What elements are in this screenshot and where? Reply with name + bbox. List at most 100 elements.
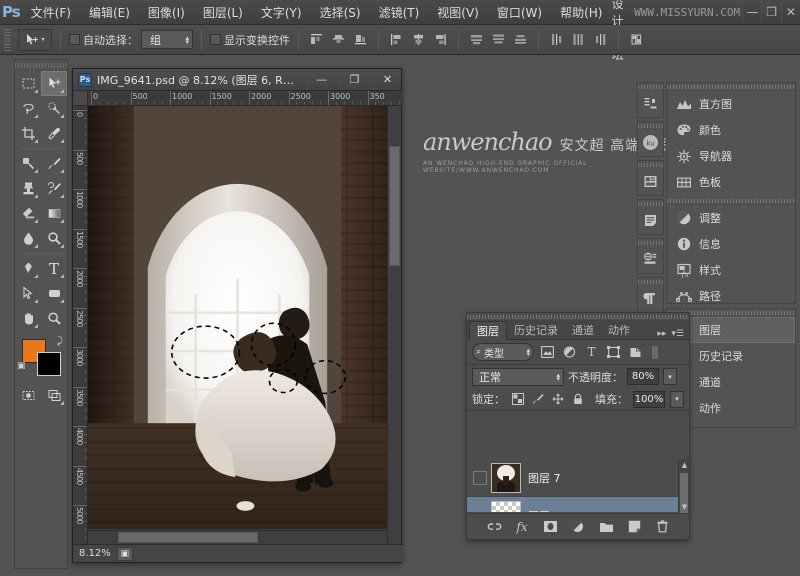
panel-item-navigator[interactable]: 导航器 <box>667 143 795 169</box>
ruler-corner[interactable] <box>73 91 88 106</box>
layer-name[interactable]: 图层 7 <box>528 470 561 486</box>
panel-drag-handle[interactable] <box>638 239 663 246</box>
new-layer-icon[interactable] <box>626 518 643 535</box>
default-colors-icon[interactable]: ▣ <box>17 361 26 371</box>
menu-select[interactable]: 选择(S) <box>311 1 370 24</box>
menu-image[interactable]: 图像(I) <box>139 1 194 24</box>
tab-layers[interactable]: 图层 <box>469 321 507 340</box>
align-right-edges-button[interactable] <box>351 30 370 49</box>
menu-edit[interactable]: 编辑(E) <box>80 1 139 24</box>
opacity-value[interactable]: 80% <box>627 368 659 385</box>
mini-bridge-icon[interactable] <box>638 168 663 195</box>
auto-select-checkbox[interactable] <box>69 34 80 45</box>
panel-drag-handle[interactable] <box>638 161 663 168</box>
menu-type[interactable]: 文字(Y) <box>252 1 311 24</box>
dock-drag-handle[interactable] <box>667 83 795 91</box>
lasso-tool[interactable] <box>15 96 41 121</box>
tool-preset-picker[interactable]: ▾ <box>18 29 52 51</box>
layer-thumbnail[interactable] <box>491 501 521 513</box>
lock-position-icon[interactable] <box>550 392 565 407</box>
align-top-edges-button[interactable] <box>387 30 406 49</box>
document-maximize-button[interactable]: ❐ <box>340 69 368 90</box>
document-close-button[interactable]: ✕ <box>373 69 401 90</box>
type-layer-filter-icon[interactable]: T <box>583 343 600 361</box>
notes-icon[interactable] <box>638 207 663 234</box>
adjustment-layer-filter-icon[interactable] <box>561 343 578 361</box>
horizontal-ruler[interactable]: 050010001500200025003000350 <box>73 91 403 106</box>
layer-filter-type-dropdown[interactable]: ⌕ 类型 ▴▾ <box>472 343 534 361</box>
tab-channels[interactable]: 通道 <box>565 320 601 339</box>
eraser-tool[interactable] <box>15 201 41 226</box>
panel-drag-handle[interactable] <box>638 83 663 90</box>
distribute-bottom-edges-button[interactable] <box>511 30 530 49</box>
menu-help[interactable]: 帮助(H) <box>551 1 611 24</box>
paragraph-icon[interactable] <box>638 285 663 312</box>
layers-list-scrollbar[interactable]: ▲ ▼ <box>678 459 689 512</box>
options-bar-grip[interactable] <box>4 29 11 51</box>
tab-history[interactable]: 历史记录 <box>507 320 565 339</box>
3d-panel-icon[interactable] <box>638 246 663 273</box>
show-transform-controls-checkbox[interactable] <box>210 34 221 45</box>
background-color-swatch[interactable] <box>37 352 61 376</box>
distribute-top-edges-button[interactable] <box>467 30 486 49</box>
adjustments-stamp-icon[interactable] <box>638 90 663 117</box>
swap-colors-icon[interactable]: ⤸ <box>57 336 63 347</box>
auto-select-dropdown[interactable]: 组 ▴▾ <box>141 30 193 49</box>
menu-view[interactable]: 视图(V) <box>428 1 488 24</box>
dodge-tool[interactable] <box>41 226 67 251</box>
menu-file[interactable]: 文件(F) <box>22 1 80 24</box>
layers-panel-drag-handle[interactable] <box>467 313 689 320</box>
document-info-icon[interactable]: ▣ <box>117 547 133 561</box>
vertical-ruler[interactable]: 0500100015002000250030003500400045005000 <box>73 106 88 546</box>
blend-mode-dropdown[interactable]: 正常 ▴▾ <box>472 368 564 386</box>
align-vertical-centers-button[interactable] <box>409 30 428 49</box>
canvas-horizontal-scrollbar[interactable] <box>88 530 387 544</box>
tab-actions[interactable]: 动作 <box>601 320 637 339</box>
link-layers-icon[interactable] <box>486 518 503 535</box>
panel-menu-icon[interactable]: ▾☰ <box>671 329 684 339</box>
lock-image-pixels-icon[interactable] <box>530 392 545 407</box>
panel-drag-handle[interactable] <box>638 122 663 129</box>
clone-stamp-tool[interactable] <box>15 176 41 201</box>
canvas-vertical-scroll-thumb[interactable] <box>389 146 400 266</box>
shape-layer-filter-icon[interactable] <box>605 343 622 361</box>
canvas-area[interactable] <box>88 106 387 529</box>
canvas-vertical-scrollbar[interactable] <box>387 106 401 544</box>
fill-stepper[interactable]: ▾ <box>670 391 684 408</box>
document-title-bar[interactable]: Ps IMG_9641.psd @ 8.12% (图层 6, RGB... — … <box>73 69 401 91</box>
spot-healing-tool[interactable] <box>15 151 41 176</box>
menu-layer[interactable]: 图层(L) <box>194 1 252 24</box>
app-minimize-button[interactable]: — <box>742 0 761 24</box>
new-adjustment-layer-icon[interactable] <box>570 518 587 535</box>
table-row[interactable]: 图层 7 <box>467 459 689 497</box>
eyedropper-tool[interactable] <box>41 121 67 146</box>
marquee-rect-tool[interactable] <box>15 71 41 96</box>
opacity-stepper[interactable]: ▾ <box>663 368 677 385</box>
align-left-edges-button[interactable] <box>307 30 326 49</box>
panel-item-paths[interactable]: 路径 <box>667 283 795 309</box>
crop-tool[interactable] <box>15 121 41 146</box>
distribute-vertical-centers-button[interactable] <box>489 30 508 49</box>
auto-align-layers-button[interactable] <box>627 30 646 49</box>
panel-drag-handle[interactable] <box>638 278 663 285</box>
panel-item-histogram[interactable]: 直方图 <box>667 91 795 117</box>
filter-toggle-switch[interactable] <box>651 345 659 360</box>
move-tool[interactable] <box>41 71 67 96</box>
type-tool[interactable]: T <box>41 256 67 281</box>
distribute-left-edges-button[interactable] <box>547 30 566 49</box>
smart-object-filter-icon[interactable] <box>627 343 644 361</box>
panel-item-swatches[interactable]: 色板 <box>667 169 795 195</box>
blur-tool[interactable] <box>15 226 41 251</box>
layer-visibility-toggle[interactable] <box>473 471 487 485</box>
align-horizontal-centers-button[interactable] <box>329 30 348 49</box>
table-row[interactable]: ◉ 图层 6 <box>467 497 689 512</box>
add-layer-mask-icon[interactable] <box>542 518 559 535</box>
layer-name[interactable]: 图层 6 <box>528 508 561 513</box>
quick-mask-button[interactable] <box>15 383 41 408</box>
dock-section-divider[interactable] <box>667 197 795 205</box>
align-bottom-edges-button[interactable] <box>431 30 450 49</box>
zoom-level[interactable]: 8.12% <box>79 548 111 559</box>
quick-selection-tool[interactable] <box>41 96 67 121</box>
path-selection-tool[interactable] <box>15 281 41 306</box>
distribute-horizontal-centers-button[interactable] <box>569 30 588 49</box>
